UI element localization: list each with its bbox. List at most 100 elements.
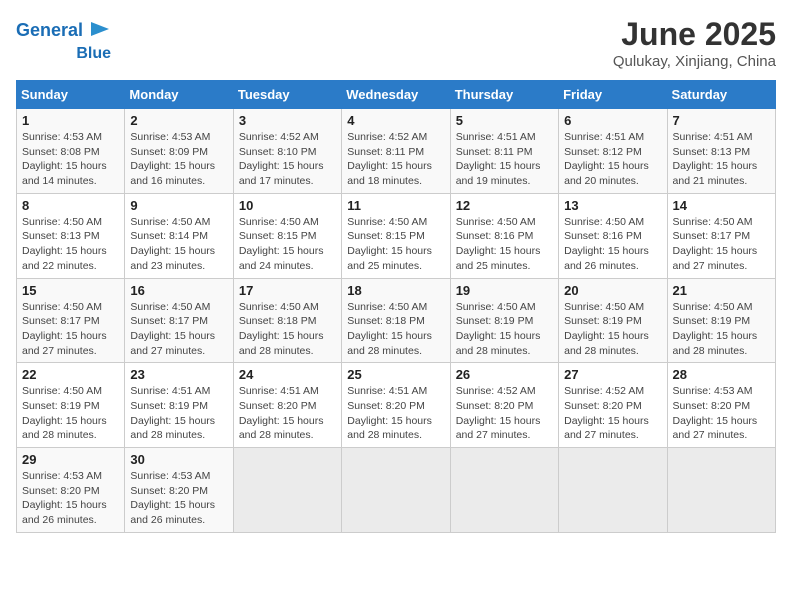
day-info: Sunrise: 4:50 AMSunset: 8:17 PMDaylight:… [130, 300, 227, 359]
day-info: Sunrise: 4:50 AMSunset: 8:19 PMDaylight:… [456, 300, 553, 359]
table-row: 12Sunrise: 4:50 AMSunset: 8:16 PMDayligh… [450, 193, 558, 278]
day-number: 22 [22, 367, 119, 382]
table-row: 11 Sunrise: 4:50 AMSunset: 8:15 PMDayligh… [342, 193, 450, 278]
day-info: Sunrise: 4:52 AMSunset: 8:11 PMDaylight:… [347, 130, 444, 189]
day-info: Sunrise: 4:50 AMSunset: 8:16 PMDaylight:… [564, 215, 661, 274]
day-info: Sunrise: 4:51 AMSunset: 8:13 PMDaylight:… [673, 130, 770, 189]
table-row [342, 448, 450, 533]
logo-arrow-icon [89, 18, 111, 40]
table-row: 22 Sunrise: 4:50 AMSunset: 8:19 PMDayligh… [17, 363, 125, 448]
header-monday: Monday [125, 81, 233, 109]
day-number: 21 [673, 283, 770, 298]
day-number: 6 [564, 113, 661, 128]
logo-blue-text: Blue [76, 45, 111, 63]
calendar-week-row: 15 Sunrise: 4:50 AMSunset: 8:17 PMDayligh… [17, 278, 776, 363]
calendar-week-row: 29 Sunrise: 4:53 AMSunset: 8:20 PMDayligh… [17, 448, 776, 533]
table-row: 27 Sunrise: 4:52 AMSunset: 8:20 PMDayligh… [559, 363, 667, 448]
day-info: Sunrise: 4:50 AMSunset: 8:18 PMDaylight:… [239, 300, 336, 359]
day-number: 30 [130, 452, 227, 467]
calendar-header-row: Sunday Monday Tuesday Wednesday Thursday… [17, 81, 776, 109]
day-number: 15 [22, 283, 119, 298]
calendar-table: Sunday Monday Tuesday Wednesday Thursday… [16, 80, 776, 533]
day-number: 5 [456, 113, 553, 128]
table-row: 4 Sunrise: 4:52 AMSunset: 8:11 PMDaylight… [342, 109, 450, 194]
table-row [450, 448, 558, 533]
day-info: Sunrise: 4:52 AMSunset: 8:10 PMDaylight:… [239, 130, 336, 189]
day-info: Sunrise: 4:50 AMSunset: 8:15 PMDaylight:… [239, 215, 336, 274]
table-row: 13 Sunrise: 4:50 AMSunset: 8:16 PMDayligh… [559, 193, 667, 278]
day-number: 10 [239, 198, 336, 213]
day-info: Sunrise: 4:51 AMSunset: 8:19 PMDaylight:… [130, 384, 227, 443]
header-tuesday: Tuesday [233, 81, 341, 109]
location-title: Qulukay, Xinjiang, China [613, 53, 776, 70]
table-row: 28 Sunrise: 4:53 AMSunset: 8:20 PMDayligh… [667, 363, 775, 448]
table-row: 17 Sunrise: 4:50 AMSunset: 8:18 PMDayligh… [233, 278, 341, 363]
table-row: 29 Sunrise: 4:53 AMSunset: 8:20 PMDayligh… [17, 448, 125, 533]
day-info: Sunrise: 4:50 AMSunset: 8:16 PMDaylight:… [456, 215, 553, 274]
day-number: 24 [239, 367, 336, 382]
month-title: June 2025 [613, 16, 776, 53]
table-row: 2 Sunrise: 4:53 AMSunset: 8:09 PMDaylight… [125, 109, 233, 194]
day-info: Sunrise: 4:50 AMSunset: 8:18 PMDaylight:… [347, 300, 444, 359]
page-header: General Blue June 2025 Qulukay, Xinjiang… [16, 16, 776, 70]
table-row: 25 Sunrise: 4:51 AMSunset: 8:20 PMDayligh… [342, 363, 450, 448]
day-number: 28 [673, 367, 770, 382]
table-row: 1Sunrise: 4:53 AMSunset: 8:08 PMDaylight… [17, 109, 125, 194]
day-info: Sunrise: 4:51 AMSunset: 8:12 PMDaylight:… [564, 130, 661, 189]
day-number: 19 [456, 283, 553, 298]
table-row: 30Sunrise: 4:53 AMSunset: 8:20 PMDayligh… [125, 448, 233, 533]
table-row: 21 Sunrise: 4:50 AMSunset: 8:19 PMDayligh… [667, 278, 775, 363]
table-row: 6 Sunrise: 4:51 AMSunset: 8:12 PMDaylight… [559, 109, 667, 194]
day-number: 13 [564, 198, 661, 213]
day-number: 17 [239, 283, 336, 298]
day-info: Sunrise: 4:51 AMSunset: 8:11 PMDaylight:… [456, 130, 553, 189]
day-info: Sunrise: 4:52 AMSunset: 8:20 PMDaylight:… [564, 384, 661, 443]
table-row [667, 448, 775, 533]
logo: General Blue [16, 16, 111, 63]
day-info: Sunrise: 4:50 AMSunset: 8:19 PMDaylight:… [564, 300, 661, 359]
day-number: 2 [130, 113, 227, 128]
table-row: 10 Sunrise: 4:50 AMSunset: 8:15 PMDayligh… [233, 193, 341, 278]
day-number: 3 [239, 113, 336, 128]
table-row: 18 Sunrise: 4:50 AMSunset: 8:18 PMDayligh… [342, 278, 450, 363]
day-info: Sunrise: 4:53 AMSunset: 8:20 PMDaylight:… [22, 469, 119, 528]
day-number: 4 [347, 113, 444, 128]
day-number: 25 [347, 367, 444, 382]
day-info: Sunrise: 4:51 AMSunset: 8:20 PMDaylight:… [239, 384, 336, 443]
header-sunday: Sunday [17, 81, 125, 109]
day-info: Sunrise: 4:53 AMSunset: 8:09 PMDaylight:… [130, 130, 227, 189]
table-row: 14Sunrise: 4:50 AMSunset: 8:17 PMDayligh… [667, 193, 775, 278]
table-row: 19 Sunrise: 4:50 AMSunset: 8:19 PMDayligh… [450, 278, 558, 363]
table-row [233, 448, 341, 533]
day-number: 16 [130, 283, 227, 298]
table-row: 8 Sunrise: 4:50 AMSunset: 8:13 PMDaylight… [17, 193, 125, 278]
table-row: 3 Sunrise: 4:52 AMSunset: 8:10 PMDaylight… [233, 109, 341, 194]
table-row: 23 Sunrise: 4:51 AMSunset: 8:19 PMDayligh… [125, 363, 233, 448]
table-row: 7Sunrise: 4:51 AMSunset: 8:13 PMDaylight… [667, 109, 775, 194]
day-info: Sunrise: 4:53 AMSunset: 8:20 PMDaylight:… [673, 384, 770, 443]
day-info: Sunrise: 4:51 AMSunset: 8:20 PMDaylight:… [347, 384, 444, 443]
day-number: 18 [347, 283, 444, 298]
header-saturday: Saturday [667, 81, 775, 109]
day-number: 9 [130, 198, 227, 213]
day-number: 23 [130, 367, 227, 382]
day-number: 27 [564, 367, 661, 382]
day-number: 1 [22, 113, 119, 128]
day-number: 29 [22, 452, 119, 467]
header-thursday: Thursday [450, 81, 558, 109]
day-info: Sunrise: 4:50 AMSunset: 8:15 PMDaylight:… [347, 215, 444, 274]
table-row: 16 Sunrise: 4:50 AMSunset: 8:17 PMDayligh… [125, 278, 233, 363]
day-number: 11 [347, 198, 444, 213]
day-info: Sunrise: 4:50 AMSunset: 8:14 PMDaylight:… [130, 215, 227, 274]
calendar-week-row: 1Sunrise: 4:53 AMSunset: 8:08 PMDaylight… [17, 109, 776, 194]
day-info: Sunrise: 4:50 AMSunset: 8:17 PMDaylight:… [22, 300, 119, 359]
header-friday: Friday [559, 81, 667, 109]
calendar-week-row: 22 Sunrise: 4:50 AMSunset: 8:19 PMDayligh… [17, 363, 776, 448]
day-info: Sunrise: 4:50 AMSunset: 8:13 PMDaylight:… [22, 215, 119, 274]
day-number: 8 [22, 198, 119, 213]
table-row [559, 448, 667, 533]
logo-text: General [16, 21, 83, 41]
table-row: 15 Sunrise: 4:50 AMSunset: 8:17 PMDayligh… [17, 278, 125, 363]
day-info: Sunrise: 4:50 AMSunset: 8:19 PMDaylight:… [673, 300, 770, 359]
day-info: Sunrise: 4:50 AMSunset: 8:19 PMDaylight:… [22, 384, 119, 443]
